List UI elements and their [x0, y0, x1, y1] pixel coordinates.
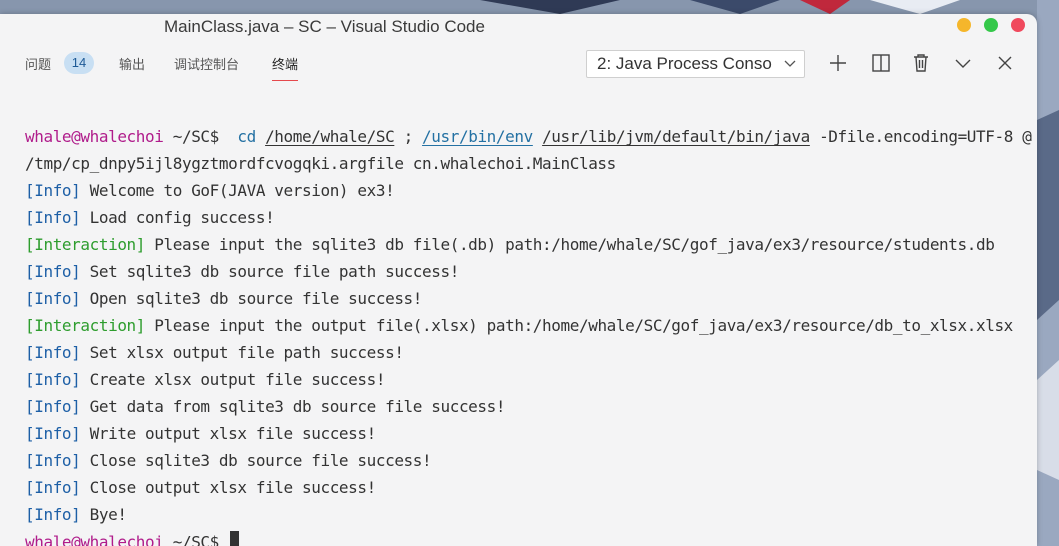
chevron-down-icon: [784, 60, 796, 67]
line-text: Write output xlsx file success!: [89, 424, 377, 443]
line-tag: [Interaction]: [25, 316, 146, 335]
output-line: [Info] Create xlsx output file success!: [25, 369, 385, 391]
split-terminal-icon[interactable]: [871, 53, 891, 73]
line-text: Bye!: [89, 505, 127, 524]
line-tag: [Info]: [25, 343, 81, 362]
plus-icon[interactable]: [828, 53, 848, 73]
output-line: [Info] Close sqlite3 db source file succ…: [25, 450, 432, 472]
command-cd-path[interactable]: /home/whale/SC: [265, 127, 395, 146]
active-tab-indicator: [272, 80, 299, 81]
line-tag: [Info]: [25, 424, 81, 443]
line-text: Open sqlite3 db source file success!: [89, 289, 423, 308]
close-window-button[interactable]: [1011, 18, 1025, 32]
prompt-user: whale@whalechoi: [25, 127, 164, 146]
line-tag: [Info]: [25, 289, 81, 308]
tab-output[interactable]: 输出: [119, 54, 145, 73]
command-separator: ;: [403, 127, 414, 146]
line-text: Close output xlsx file success!: [89, 478, 377, 497]
command-env[interactable]: /usr/bin/env: [422, 127, 533, 146]
output-line: [Interaction] Please input the sqlite3 d…: [25, 234, 995, 256]
line-text: Close sqlite3 db source file success!: [89, 451, 432, 470]
line-text: Welcome to GoF(JAVA version) ex3!: [89, 181, 395, 200]
output-line: [Info] Bye!: [25, 504, 127, 526]
command-line-continued: /tmp/cp_dnpy5ijl8ygztmordfcvogqki.argfil…: [25, 154, 616, 173]
output-line: [Info] Set sqlite3 db source file path s…: [25, 261, 459, 283]
line-tag: [Info]: [25, 478, 81, 497]
command-java[interactable]: /usr/lib/jvm/default/bin/java: [542, 127, 810, 146]
line-tag: [Info]: [25, 505, 81, 524]
output-line: [Info] Load config success!: [25, 207, 275, 229]
line-tag: [Info]: [25, 451, 81, 470]
prompt-line[interactable]: whale@whalechoi ~/SC$: [25, 531, 240, 546]
line-text: Set xlsx output file path success!: [89, 343, 404, 362]
vscode-window: MainClass.java – SC – Visual Studio Code…: [0, 14, 1037, 546]
tab-terminal[interactable]: 终端: [272, 54, 299, 81]
line-tag: [Interaction]: [25, 235, 146, 254]
command-cd: cd: [237, 127, 256, 146]
maximize-button[interactable]: [984, 18, 998, 32]
line-text: Set sqlite3 db source file path success!: [89, 262, 460, 281]
line-tag: [Info]: [25, 370, 81, 389]
line-tag: [Info]: [25, 181, 81, 200]
trash-icon[interactable]: [911, 53, 931, 73]
title-bar[interactable]: MainClass.java – SC – Visual Studio Code: [0, 14, 1037, 40]
output-line: [Interaction] Please input the output fi…: [25, 315, 1013, 337]
line-tag: [Info]: [25, 208, 81, 227]
tab-debug-console[interactable]: 调试控制台: [174, 54, 239, 73]
prompt-path: ~/SC$: [172, 532, 220, 546]
terminal-selector[interactable]: 2: Java Process Conso: [586, 50, 805, 78]
line-text: Please input the sqlite3 db file(.db) pa…: [154, 235, 995, 254]
problems-count-badge: 14: [64, 52, 94, 74]
line-tag: [Info]: [25, 397, 81, 416]
line-text: Get data from sqlite3 db source file suc…: [89, 397, 506, 416]
tab-terminal-label: 终端: [272, 58, 299, 73]
tab-problems-label: 问题: [25, 58, 52, 73]
output-line: [Info] Get data from sqlite3 db source f…: [25, 396, 506, 418]
command-line: whale@whalechoi ~/SC$ cd /home/whale/SC …: [25, 126, 1032, 148]
command-args: -Dfile.encoding=UTF-8 @: [819, 127, 1032, 146]
panel-header: 问题 14 输出 调试控制台 终端 2: Java Process Conso: [0, 40, 1037, 86]
chevron-down-icon[interactable]: [953, 53, 973, 73]
line-text: Load config success!: [89, 208, 275, 227]
terminal-output[interactable]: whale@whalechoi ~/SC$ cd /home/whale/SC …: [0, 86, 1037, 546]
prompt-user: whale@whalechoi: [25, 532, 164, 546]
terminal-cursor: [230, 531, 240, 546]
minimize-button[interactable]: [957, 18, 971, 32]
close-panel-icon[interactable]: [995, 53, 1015, 73]
output-line: [Info] Write output xlsx file success!: [25, 423, 376, 445]
output-line: [Info] Open sqlite3 db source file succe…: [25, 288, 422, 310]
tab-problems[interactable]: 问题: [25, 54, 51, 73]
line-text: Please input the output file(.xlsx) path…: [154, 316, 1013, 335]
output-line: [Info] Welcome to GoF(JAVA version) ex3!: [25, 180, 395, 202]
output-line: [Info] Close output xlsx file success!: [25, 477, 376, 499]
prompt-path: ~/SC$: [172, 127, 220, 146]
window-title: MainClass.java – SC – Visual Studio Code: [164, 17, 485, 36]
terminal-selector-value: 2: Java Process Conso: [597, 54, 772, 73]
line-tag: [Info]: [25, 262, 81, 281]
line-text: Create xlsx output file success!: [89, 370, 386, 389]
output-line: [Info] Set xlsx output file path success…: [25, 342, 404, 364]
